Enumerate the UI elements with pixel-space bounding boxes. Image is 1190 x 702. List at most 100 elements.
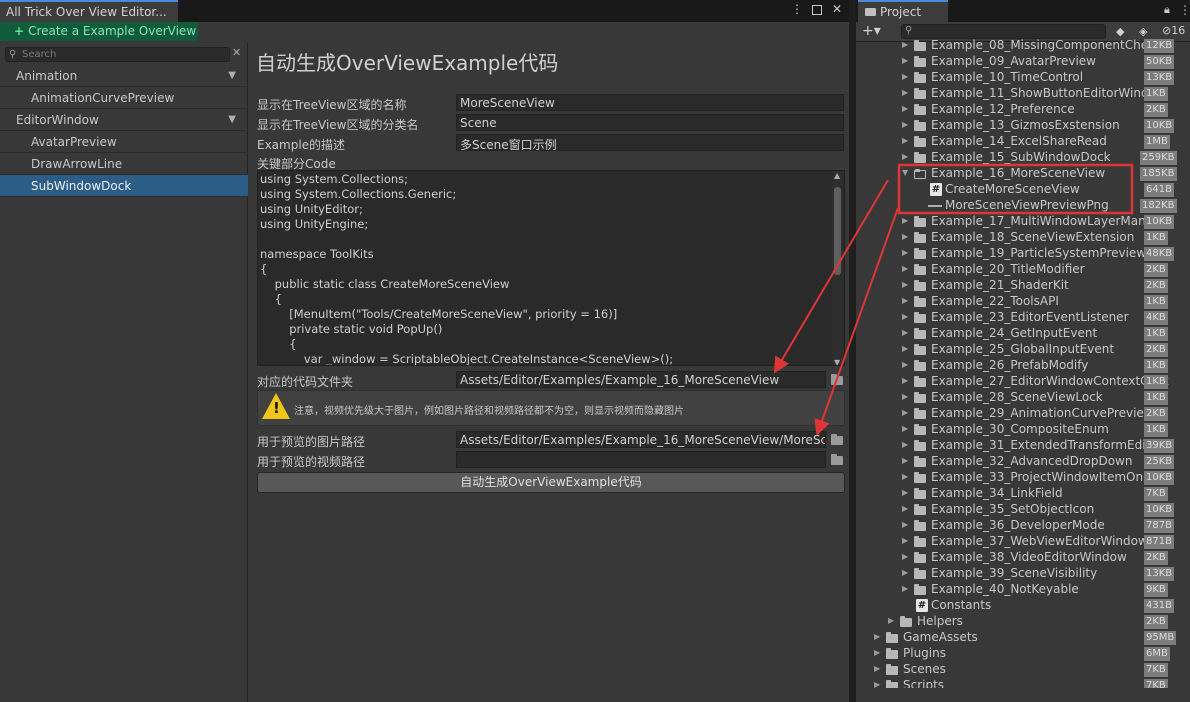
tree-row[interactable]: ▶ Example_23_EditorEventListener 4KB [856, 310, 1190, 326]
video-path-field[interactable] [456, 451, 826, 468]
tree-row[interactable]: ▶ Example_39_SceneVisibility 13KB [856, 566, 1190, 582]
tree-row[interactable]: ▶ Example_28_SceneViewLock 1KB [856, 390, 1190, 406]
sidebar-item-avatarpreview[interactable]: AvatarPreview [0, 131, 248, 153]
triangle-right-icon[interactable]: ▶ [902, 136, 908, 145]
tree-row[interactable]: ▶ Example_38_VideoEditorWindow 2KB [856, 550, 1190, 566]
triangle-right-icon[interactable]: ▶ [902, 152, 908, 161]
tree-row[interactable]: ▶ Example_24_GetInputEvent 1KB [856, 326, 1190, 342]
tree-row[interactable]: ▶ Example_30_CompositeEnum 1KB [856, 422, 1190, 438]
tree-row[interactable]: ▶ Example_12_Preference 2KB [856, 102, 1190, 118]
triangle-right-icon[interactable]: ▶ [902, 232, 908, 241]
triangle-right-icon[interactable]: ▶ [902, 472, 908, 481]
tree-row[interactable]: ▶ Example_22_ToolsAPI 1KB [856, 294, 1190, 310]
triangle-right-icon[interactable]: ▶ [902, 88, 908, 97]
tree-row[interactable]: ▶ Plugins 6MB [856, 646, 1190, 662]
scroll-down-icon[interactable]: ▼ [834, 358, 840, 365]
tree-row[interactable]: ▶ Example_18_SceneViewExtension 1KB [856, 230, 1190, 246]
triangle-right-icon[interactable]: ▶ [874, 680, 880, 688]
kebab-menu-icon[interactable]: ⋮ [1179, 3, 1190, 17]
triangle-right-icon[interactable]: ▶ [902, 408, 908, 417]
tree-row[interactable]: ▶ Example_20_TitleModifier 2KB [856, 262, 1190, 278]
tree-row[interactable]: ▶ Example_25_GlobalInputEvent 2KB [856, 342, 1190, 358]
sidebar-item-drawarrowline[interactable]: DrawArrowLine [0, 153, 248, 175]
triangle-right-icon[interactable]: ▶ [902, 56, 908, 65]
triangle-right-icon[interactable]: ▶ [902, 456, 908, 465]
project-tab[interactable]: Project [858, 0, 948, 22]
search-by-label-icon[interactable]: ◈ [1139, 25, 1147, 38]
triangle-right-icon[interactable]: ▶ [902, 248, 908, 257]
tree-row[interactable]: ▶ Example_09_AvatarPreview 50KB [856, 54, 1190, 70]
tree-row[interactable]: ▶ Example_27_EditorWindowContextClick 1KB [856, 374, 1190, 390]
triangle-right-icon[interactable]: ▶ [902, 488, 908, 497]
scroll-thumb[interactable] [834, 187, 841, 275]
tree-row[interactable]: ▶ Example_17_MultiWindowLayerManag 10KB [856, 214, 1190, 230]
project-tree[interactable]: ▶ Example_08_MissingComponentCheck 12KB ▶ Ex… [856, 38, 1190, 688]
triangle-right-icon[interactable]: ▶ [902, 536, 908, 545]
sidebar-item-subwindowdock[interactable]: SubWindowDock [0, 175, 248, 197]
tree-row[interactable]: ▶ Example_33_ProjectWindowItemOnGU 10KB [856, 470, 1190, 486]
triangle-right-icon[interactable]: ▶ [902, 520, 908, 529]
kebab-menu-icon[interactable]: ⋮ [791, 2, 803, 16]
triangle-right-icon[interactable]: ▶ [902, 344, 908, 353]
create-example-button[interactable]: + Create a Example OverView [0, 22, 198, 41]
tree-row[interactable]: ▶ Scenes 7KB [856, 662, 1190, 678]
triangle-down-icon[interactable]: ▼ [902, 168, 908, 177]
triangle-right-icon[interactable]: ▶ [902, 120, 908, 129]
maximize-icon[interactable] [812, 5, 822, 15]
tree-row[interactable]: ▶ Example_34_LinkField 7KB [856, 486, 1190, 502]
image-path-field[interactable]: Assets/Editor/Examples/Example_16_MoreSc… [456, 431, 826, 448]
tree-row[interactable]: ▶ Example_13_GizmosExstension 10KB [856, 118, 1190, 134]
tree-row[interactable]: ▶ Example_19_ParticleSystemPreview 48KB [856, 246, 1190, 262]
triangle-right-icon[interactable]: ▶ [902, 360, 908, 369]
triangle-right-icon[interactable]: ▶ [902, 72, 908, 81]
triangle-right-icon[interactable]: ▶ [874, 632, 880, 641]
tree-row[interactable]: ▶ GameAssets 95MB [856, 630, 1190, 646]
generate-code-button[interactable]: 自动生成OverViewExample代码 [257, 472, 845, 493]
tree-row[interactable]: ▶ Example_32_AdvancedDropDown 25KB [856, 454, 1190, 470]
triangle-right-icon[interactable]: ▶ [902, 296, 908, 305]
tree-row[interactable]: ▶ Example_11_ShowButtonEditorWindow 1KB [856, 86, 1190, 102]
scroll-up-icon[interactable]: ▲ [834, 171, 840, 180]
folder-field[interactable]: Assets/Editor/Examples/Example_16_MoreSc… [456, 371, 826, 388]
triangle-right-icon[interactable]: ▶ [902, 264, 908, 273]
code-textarea[interactable]: using System.Collections; using System.C… [257, 170, 845, 366]
tree-row[interactable]: ▶ Example_10_TimeControl 13KB [856, 70, 1190, 86]
triangle-right-icon[interactable]: ▶ [902, 552, 908, 561]
tree-row[interactable]: MoreSceneViewPreviewPng 182KB [856, 198, 1190, 214]
clear-search-icon[interactable]: ✕ [232, 46, 241, 59]
sidebar-item-animationcurvepreview[interactable]: AnimationCurvePreview [0, 87, 248, 109]
triangle-right-icon[interactable]: ▶ [874, 648, 880, 657]
sidebar-search-input[interactable]: ⚲ Search [5, 47, 230, 62]
group-animation[interactable]: Animation ▼ [0, 65, 248, 87]
image-browse-icon[interactable] [830, 433, 844, 446]
tree-row[interactable]: ▶ Example_36_DeveloperMode 787B [856, 518, 1190, 534]
triangle-right-icon[interactable]: ▶ [902, 568, 908, 577]
video-browse-icon[interactable] [830, 453, 844, 466]
triangle-right-icon[interactable]: ▶ [902, 392, 908, 401]
triangle-right-icon[interactable]: ▶ [902, 104, 908, 113]
hidden-packages-toggle[interactable]: ⊘16 [1162, 24, 1185, 37]
search-by-type-icon[interactable]: ◆ [1116, 25, 1124, 38]
tree-row[interactable]: ▶ Example_37_WebViewEditorWindow 871B [856, 534, 1190, 550]
triangle-right-icon[interactable]: ▶ [902, 376, 908, 385]
tree-row[interactable]: ▼ Example_16_MoreSceneView 185KB [856, 166, 1190, 182]
tree-row[interactable]: ▶ Helpers 2KB [856, 614, 1190, 630]
description-field[interactable]: 多Scene窗口示例 [456, 134, 844, 151]
tree-row[interactable]: ▶ Example_31_ExtendedTransformEditor 39KB [856, 438, 1190, 454]
tree-row[interactable]: ▶ Scripts 7KB [856, 678, 1190, 688]
name-field[interactable]: MoreSceneView [456, 94, 844, 111]
group-editorwindow[interactable]: EditorWindow ▼ [0, 109, 248, 131]
tree-row[interactable]: ▶ Example_35_SetObjectIcon 10KB [856, 502, 1190, 518]
triangle-right-icon[interactable]: ▶ [888, 616, 894, 625]
add-asset-button[interactable]: +▾ [862, 23, 881, 39]
tree-row[interactable]: ▶ Example_40_NotKeyable 9KB [856, 582, 1190, 598]
tree-row[interactable]: ▶ Example_15_SubWindowDock 259KB [856, 150, 1190, 166]
editor-window-tab[interactable]: All Trick Over View Editor... [0, 0, 178, 22]
triangle-right-icon[interactable]: ▶ [902, 312, 908, 321]
tree-row[interactable]: ▶ Example_21_ShaderKit 2KB [856, 278, 1190, 294]
tree-row[interactable]: # Constants 431B [856, 598, 1190, 614]
triangle-right-icon[interactable]: ▶ [874, 664, 880, 673]
triangle-right-icon[interactable]: ▶ [902, 40, 908, 49]
triangle-right-icon[interactable]: ▶ [902, 424, 908, 433]
close-icon[interactable]: ✕ [831, 2, 843, 16]
